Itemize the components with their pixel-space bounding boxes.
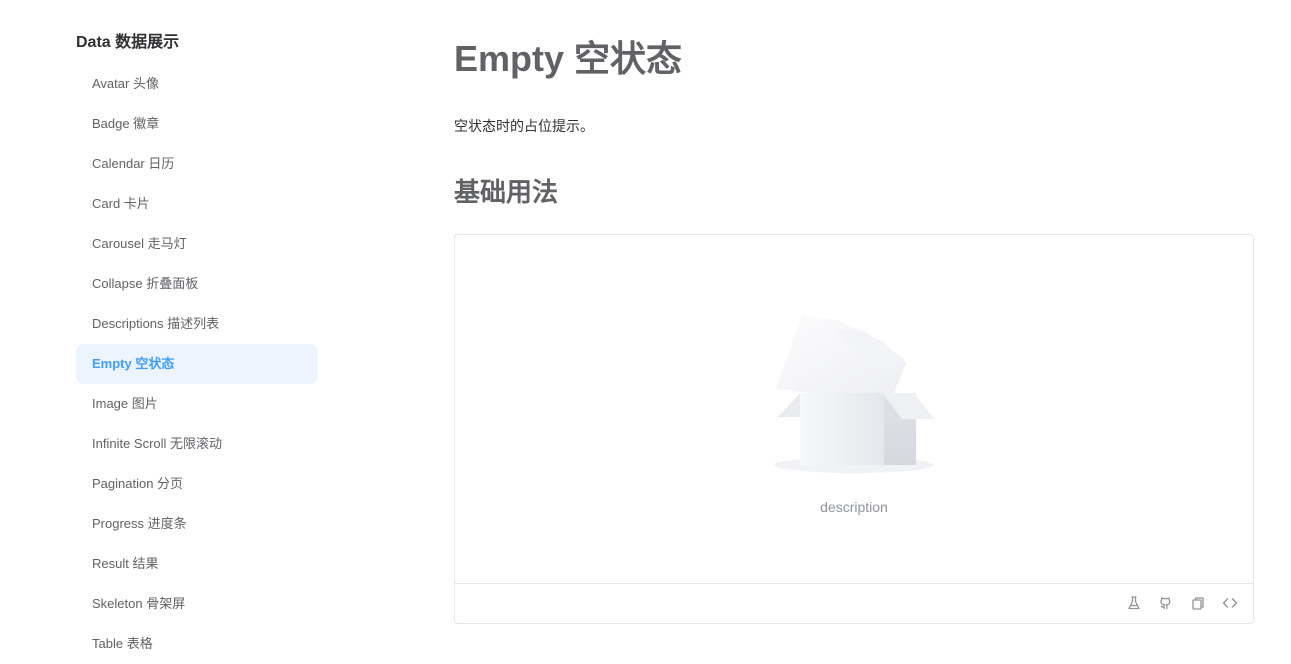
page-description: 空状态时的占位提示。 — [454, 118, 594, 134]
playground-flask-icon[interactable] — [1125, 594, 1143, 612]
demo-footer — [455, 584, 1253, 623]
sidebar-item-infinite-scroll[interactable]: Infinite Scroll 无限滚动 — [76, 424, 318, 464]
sidebar-item-avatar[interactable]: Avatar 头像 — [76, 64, 318, 104]
sidebar-item-collapse[interactable]: Collapse 折叠面板 — [76, 264, 318, 304]
page-title: Empty 空状态 — [454, 38, 683, 79]
empty-box-illustration — [774, 311, 934, 475]
sidebar-group-title: Data 数据展示 — [76, 34, 180, 51]
sidebar-item-image[interactable]: Image 图片 — [76, 384, 318, 424]
sidebar-nav: Avatar 头像 Badge 徽章 Calendar 日历 Card 卡片 C… — [76, 64, 318, 664]
sidebar-item-badge[interactable]: Badge 徽章 — [76, 104, 318, 144]
sidebar-item-empty[interactable]: Empty 空状态 — [76, 344, 318, 384]
demo-preview: description — [455, 235, 1253, 584]
sidebar-item-result[interactable]: Result 结果 — [76, 544, 318, 584]
sidebar-item-skeleton[interactable]: Skeleton 骨架屏 — [76, 584, 318, 624]
sidebar-item-descriptions[interactable]: Descriptions 描述列表 — [76, 304, 318, 344]
sidebar-item-pagination[interactable]: Pagination 分页 — [76, 464, 318, 504]
code-icon[interactable] — [1221, 594, 1239, 612]
sidebar-item-carousel[interactable]: Carousel 走马灯 — [76, 224, 318, 264]
github-icon[interactable] — [1157, 594, 1175, 612]
sidebar-item-table[interactable]: Table 表格 — [76, 624, 318, 664]
demo-operations — [1125, 594, 1239, 612]
sidebar-item-calendar[interactable]: Calendar 日历 — [76, 144, 318, 184]
section-title: 基础用法 — [454, 177, 559, 207]
sidebar: Data 数据展示 Avatar 头像 Badge 徽章 Calendar 日历… — [0, 0, 330, 651]
sidebar-item-card[interactable]: Card 卡片 — [76, 184, 318, 224]
sidebar-item-progress[interactable]: Progress 进度条 — [76, 504, 318, 544]
copy-icon[interactable] — [1189, 594, 1207, 612]
empty-description: description — [820, 499, 888, 515]
demo-block: description — [454, 234, 1254, 624]
main-content: Empty 空状态 空状态时的占位提示。 基础用法 description — [454, 0, 1254, 648]
